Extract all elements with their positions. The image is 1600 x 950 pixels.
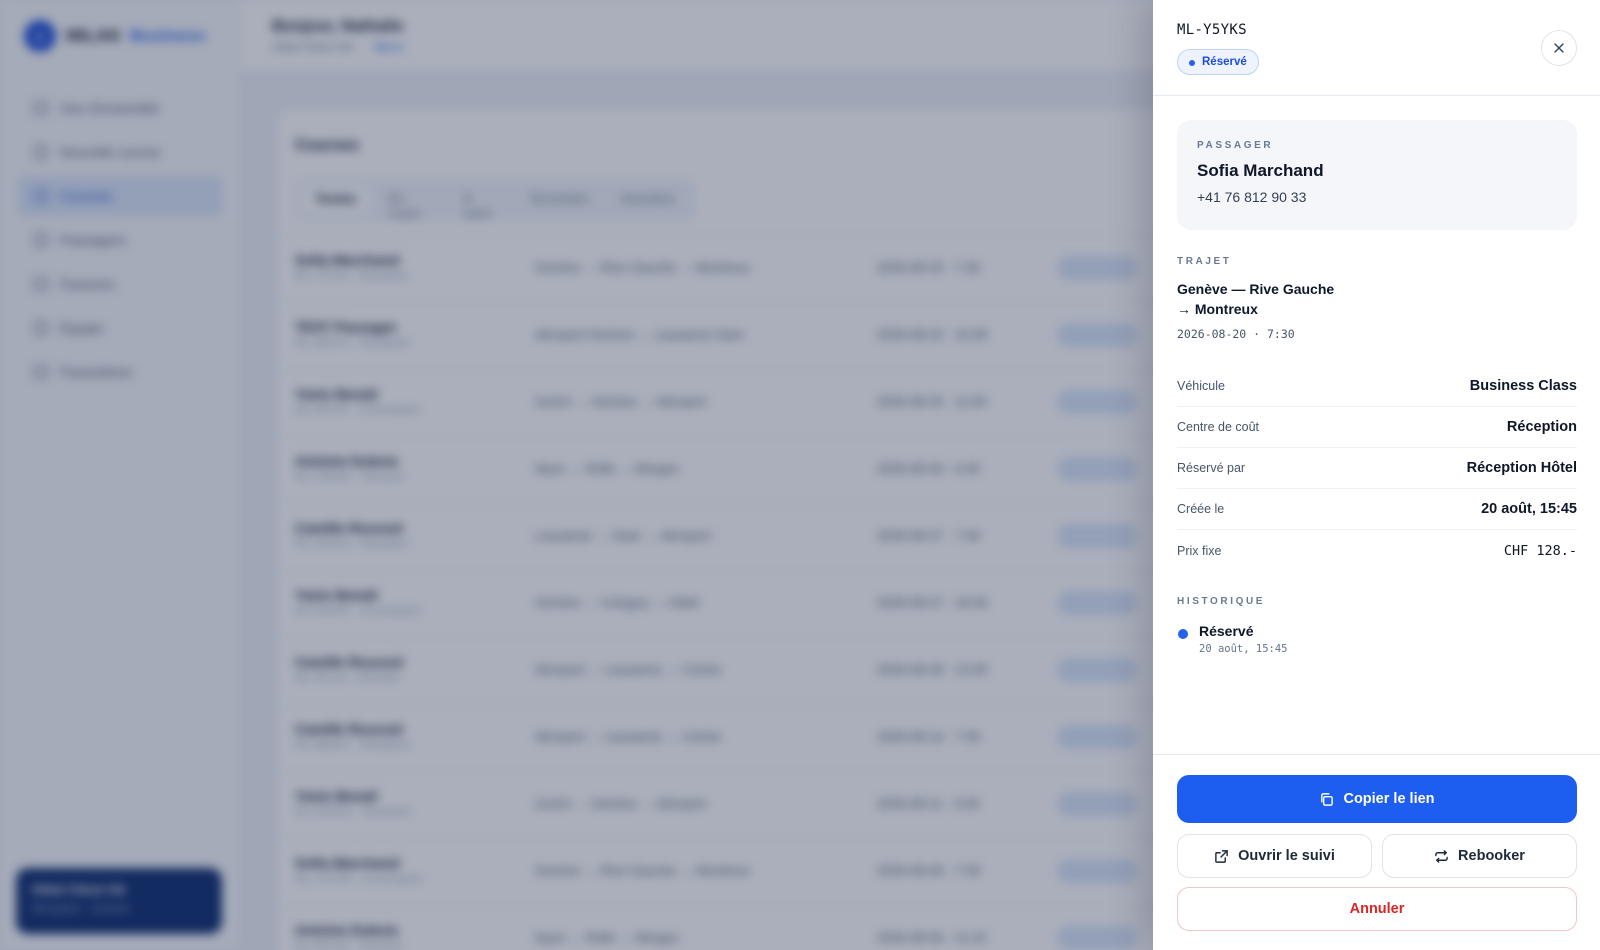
detail-label: Véhicule bbox=[1177, 379, 1225, 393]
close-icon bbox=[1554, 43, 1564, 53]
history-section: HISTORIQUE Réservé 20 août, 15:45 bbox=[1177, 596, 1577, 655]
drawer-header: ML-Y5YKS Réservé bbox=[1153, 0, 1600, 96]
drawer-actions: Copier le lien Ouvrir le suivi Rebooker … bbox=[1153, 754, 1600, 950]
cancel-label: Annuler bbox=[1349, 901, 1405, 917]
close-button[interactable] bbox=[1541, 30, 1577, 66]
history-item: Réservé 20 août, 15:45 bbox=[1177, 623, 1577, 655]
passenger-phone[interactable]: +41 76 812 90 33 bbox=[1197, 189, 1557, 205]
detail-label: Centre de coût bbox=[1177, 420, 1259, 434]
detail-value: 20 août, 15:45 bbox=[1481, 501, 1577, 517]
detail-label: Réservé par bbox=[1177, 461, 1246, 475]
history-dot bbox=[1178, 629, 1188, 639]
open-tracking-label: Ouvrir le suivi bbox=[1238, 848, 1335, 864]
detail-row-price: Prix fixe CHF 128.- bbox=[1177, 530, 1577, 571]
detail-value: Réception bbox=[1506, 419, 1577, 435]
trip-route-destination: → Montreux bbox=[1177, 301, 1258, 317]
trip-route: Genève — Rive Gauche → Montreux bbox=[1177, 279, 1577, 319]
details-list: Véhicule Business Class Centre de coût R… bbox=[1177, 366, 1577, 571]
cancel-booking-button[interactable]: Annuler bbox=[1177, 887, 1577, 931]
detail-row-vehicle: Véhicule Business Class bbox=[1177, 366, 1577, 407]
history-title: Réservé bbox=[1199, 623, 1254, 639]
history-time: 20 août, 15:45 bbox=[1199, 643, 1288, 655]
detail-row-booked-by: Réservé par Réception Hôtel bbox=[1177, 448, 1577, 489]
detail-label: Créée le bbox=[1177, 502, 1225, 516]
rebook-label: Rebooker bbox=[1458, 848, 1525, 864]
repeat-icon bbox=[1435, 849, 1448, 863]
trip-datetime: 2026-08-20 · 7:30 bbox=[1177, 327, 1295, 341]
detail-value-price: CHF 128.- bbox=[1503, 542, 1577, 559]
status-badge: Réservé bbox=[1177, 49, 1259, 75]
trip-section: TRAJET Genève — Rive Gauche → Montreux 2… bbox=[1177, 256, 1577, 341]
rebook-button[interactable]: Rebooker bbox=[1382, 834, 1577, 878]
passenger-eyebrow: PASSAGER bbox=[1197, 140, 1274, 151]
trip-route-origin: Genève — Rive Gauche bbox=[1177, 281, 1335, 297]
detail-value: Réception Hôtel bbox=[1466, 460, 1577, 476]
open-tracking-button[interactable]: Ouvrir le suivi bbox=[1177, 834, 1372, 878]
course-detail-drawer: ML-Y5YKS Réservé PASSAGER Sofia Marchand… bbox=[1153, 0, 1600, 950]
history-eyebrow: HISTORIQUE bbox=[1177, 596, 1266, 607]
booking-reference: ML-Y5YKS bbox=[1177, 22, 1247, 38]
passenger-name: Sofia Marchand bbox=[1197, 161, 1324, 180]
passenger-card: PASSAGER Sofia Marchand +41 76 812 90 33 bbox=[1177, 120, 1577, 230]
copy-link-button[interactable]: Copier le lien bbox=[1177, 775, 1577, 823]
detail-label: Prix fixe bbox=[1177, 543, 1222, 558]
detail-value: Business Class bbox=[1469, 378, 1577, 394]
copy-link-label: Copier le lien bbox=[1343, 791, 1435, 807]
detail-row-created: Créée le 20 août, 15:45 bbox=[1177, 489, 1577, 530]
detail-row-cost-center: Centre de coût Réception bbox=[1177, 407, 1577, 448]
trip-eyebrow: TRAJET bbox=[1177, 256, 1232, 267]
external-link-icon bbox=[1215, 849, 1228, 863]
copy-icon bbox=[1321, 792, 1334, 806]
